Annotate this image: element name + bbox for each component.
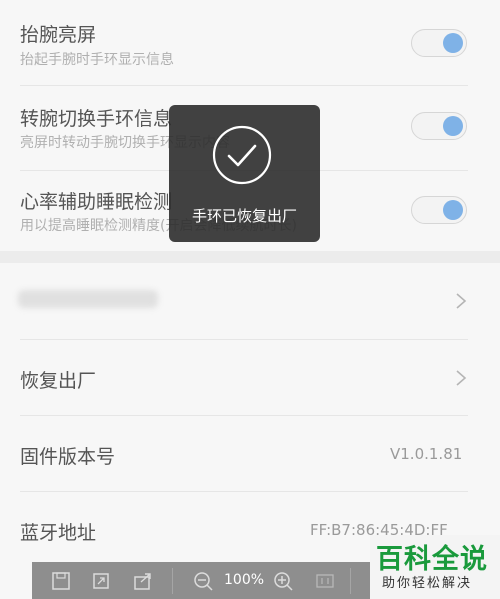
watermark-subtitle: 助你轻松解决: [382, 576, 473, 591]
section-gap: [0, 251, 500, 263]
toggle-knob: [443, 200, 463, 220]
list-item-firmware: 固件版本号 V1.0.1.81: [0, 416, 500, 492]
setting-subtitle: 抬起手腕时手环显示信息: [20, 52, 174, 68]
toggle-knob: [443, 33, 463, 53]
zoom-out-icon[interactable]: [192, 570, 214, 592]
toolbar-separator: [350, 568, 351, 594]
watermark-logo: 百科全说 助你轻松解决: [370, 535, 500, 599]
setting-title: 转腕切换手环信息: [20, 108, 173, 130]
crop-icon[interactable]: [90, 570, 112, 592]
viewer-toolbar: 100%: [32, 562, 374, 599]
heart-rate-sleep-toggle[interactable]: [411, 196, 467, 224]
actual-size-icon[interactable]: [314, 570, 336, 592]
toolbar-separator: [172, 568, 173, 594]
toast: 手环已恢复出厂: [169, 105, 320, 242]
checkmark-circle-icon: [212, 125, 272, 185]
raise-wrist-toggle[interactable]: [411, 29, 467, 57]
list-item-blurred[interactable]: [0, 263, 500, 339]
setting-title: 心率辅助睡眠检测: [20, 191, 173, 213]
setting-title: 抬腕亮屏: [20, 24, 97, 46]
watermark-title: 百科全说: [376, 544, 488, 575]
list-item-reset[interactable]: 恢复出厂: [0, 340, 500, 416]
firmware-value: V1.0.1.81: [390, 445, 463, 463]
share-icon[interactable]: [132, 570, 154, 592]
zoom-level: 100%: [224, 572, 265, 588]
chevron-right-icon: [456, 293, 467, 309]
chevron-right-icon: [456, 370, 467, 386]
save-icon[interactable]: [50, 570, 72, 592]
zoom-in-icon[interactable]: [272, 570, 294, 592]
toast-message: 手环已恢复出厂: [191, 207, 297, 225]
blurred-text: [18, 290, 158, 308]
firmware-label: 固件版本号: [20, 446, 116, 468]
toggle-knob: [443, 116, 463, 136]
setting-row-raise-wrist: 抬腕亮屏 抬起手腕时手环显示信息: [0, 0, 500, 86]
reset-label: 恢复出厂: [20, 370, 97, 392]
bluetooth-label: 蓝牙地址: [20, 522, 97, 544]
rotate-wrist-toggle[interactable]: [411, 112, 467, 140]
